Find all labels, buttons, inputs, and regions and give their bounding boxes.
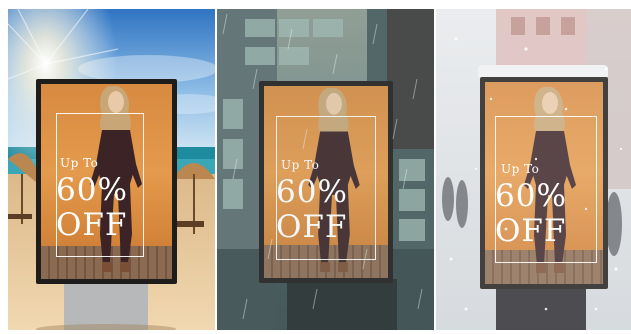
- off-text: OFF: [276, 209, 348, 245]
- up-to-text: Up To: [501, 162, 540, 176]
- advertising-poster: Up To 60% OFF: [259, 81, 393, 283]
- off-text: OFF: [495, 213, 567, 249]
- up-to-text: Up To: [281, 158, 320, 172]
- off-text: OFF: [56, 207, 128, 243]
- triptych-image: Up To 60% OFF Up To 60% OFF Up To 60% OF…: [0, 0, 631, 334]
- up-to-text: Up To: [60, 156, 99, 170]
- beach-scene-panel: Up To 60% OFF: [8, 9, 215, 330]
- rain-city-scene-panel: Up To 60% OFF: [217, 9, 434, 330]
- discount-text: 60%: [276, 174, 348, 210]
- advertising-poster: Up To 60% OFF: [36, 79, 177, 284]
- discount-text: 60%: [495, 178, 567, 214]
- discount-text: 60%: [56, 172, 128, 208]
- snow-street-scene-panel: Up To 60% OFF: [436, 9, 631, 330]
- advertising-poster: Up To 60% OFF: [480, 77, 608, 289]
